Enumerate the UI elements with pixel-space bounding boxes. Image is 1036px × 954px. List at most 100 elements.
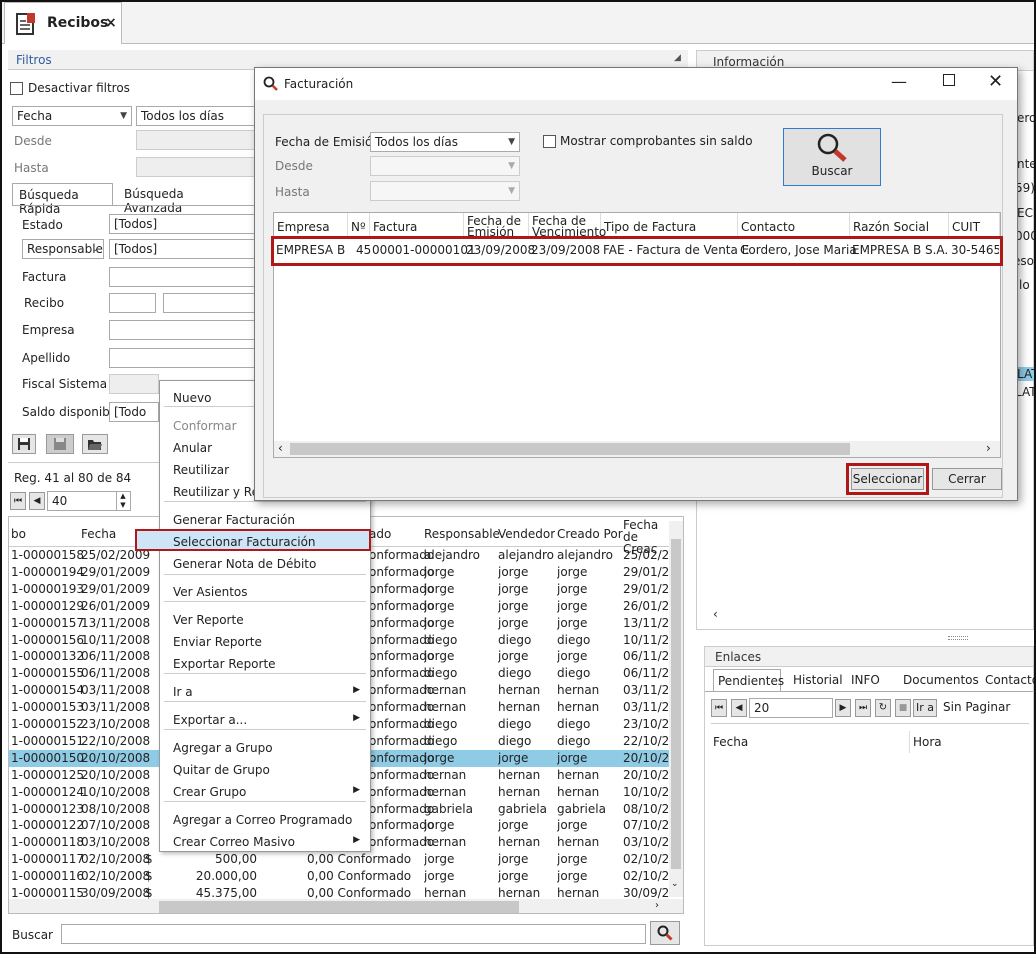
col-creado-por[interactable]: Creado Por [557, 527, 623, 541]
col-numero[interactable]: bo [11, 527, 26, 541]
search-input[interactable] [61, 924, 646, 944]
col-vendedor[interactable]: Vendedor [498, 527, 555, 541]
menu-item-agregar-a-correo-programado[interactable]: Agregar a Correo Programado [160, 809, 370, 831]
dialog-titlebar[interactable]: Facturación — ✕ [255, 68, 1017, 100]
menu-item-quitar-de-grupo[interactable]: Quitar de Grupo [160, 759, 370, 781]
tab-contactos[interactable]: Contactos [977, 669, 1035, 691]
saldo-select[interactable]: [Todo [109, 402, 159, 422]
tab-busqueda-rapida[interactable]: Búsqueda Rápida [12, 183, 113, 216]
menu-item-ver-asientos[interactable]: Ver Asientos [160, 581, 370, 603]
disable-filters-checkbox[interactable] [10, 82, 23, 95]
menu-item-crear-correo-masivo[interactable]: Crear Correo Masivo ▶ [160, 831, 370, 853]
responsable-value-select[interactable]: [Todos] [109, 239, 256, 259]
scroll-right-icon[interactable]: › [655, 900, 659, 911]
col-hora[interactable]: Hora [913, 735, 942, 749]
col-responsable[interactable]: Responsable [424, 527, 500, 541]
table-row[interactable]: 1-00000117 02/10/2008 $500,00 0,00 Conforma… [9, 851, 677, 868]
col-contacto[interactable]: Contacto [738, 213, 850, 237]
recibo-prefix-input[interactable] [109, 293, 156, 313]
menu-item-ver-reporte[interactable]: Ver Reporte [160, 609, 370, 631]
info-hscroll[interactable]: ‹ [711, 607, 1033, 623]
first-page-button[interactable]: ⏮ [10, 492, 26, 510]
tab-info[interactable]: INFO [845, 669, 893, 691]
enlaces-page-input[interactable]: 20 [749, 698, 833, 718]
date-range-select[interactable]: Todos los días [136, 106, 256, 126]
tab-pendientes[interactable]: Pendientes [713, 669, 784, 691]
grid-hscroll-thumb[interactable] [159, 901, 519, 913]
col-razon-social[interactable]: Razón Social [850, 213, 949, 237]
table-row[interactable]: 1-00000116 02/10/2008 $20.000,00 0,00 Confo… [9, 868, 677, 885]
col-nro[interactable]: Nº [348, 213, 370, 237]
col-fecha-vencimiento[interactable]: Fecha de Vencimiento [529, 213, 606, 238]
estado-select[interactable]: [Todos] [109, 214, 256, 234]
grid-vscroll[interactable]: ⌄ [669, 521, 683, 897]
dialog-desde-input[interactable]: ▼ [370, 156, 520, 176]
menu-item-crear-grupo[interactable]: Crear Grupo ▶ [160, 781, 370, 803]
apellido-input[interactable] [109, 348, 256, 368]
tab-recibos[interactable]: Recibos × [4, 2, 122, 44]
stop-icon[interactable]: ■ [895, 699, 911, 717]
search-icon [817, 133, 847, 162]
scroll-right-icon[interactable]: › [986, 441, 991, 455]
recibo-number-input[interactable] [163, 293, 256, 313]
collapse-icon[interactable]: ◢ [674, 53, 681, 63]
scroll-left-icon[interactable]: ‹ [278, 441, 283, 455]
save-filter-button[interactable] [12, 434, 36, 454]
menu-item-generar-nota-de-débito[interactable]: Generar Nota de Débito [160, 553, 370, 575]
tab-historial[interactable]: Historial [787, 669, 845, 691]
next-page-button[interactable]: ▶ [835, 699, 851, 717]
dialog-hasta-input[interactable]: ▼ [370, 181, 520, 201]
dialog-hscroll[interactable]: ‹ › [274, 441, 1000, 457]
responsable-select[interactable]: Responsable ⌄ [22, 239, 104, 259]
col-fecha[interactable]: Fecha [81, 527, 116, 541]
close-icon[interactable]: ✕ [988, 71, 1003, 92]
dialog-hscroll-thumb[interactable] [290, 443, 850, 455]
menu-item-ir-a[interactable]: Ir a ▶ [160, 681, 370, 703]
buscar-button[interactable]: Buscar [783, 128, 881, 186]
hasta-input[interactable] [136, 157, 256, 177]
menu-item-enviar-reporte[interactable]: Enviar Reporte [160, 631, 370, 653]
empresa-input[interactable] [109, 320, 256, 340]
scroll-left-icon[interactable]: ‹ [713, 607, 718, 621]
col-cuit[interactable]: CUIT [949, 213, 1000, 237]
seleccionar-button[interactable]: Seleccionar [851, 468, 924, 490]
prev-page-button[interactable]: ◀ [731, 699, 747, 717]
fiscal-input[interactable] [109, 374, 159, 394]
col-factura[interactable]: Factura [370, 213, 464, 237]
tab-busqueda-avanzada[interactable]: Búsqueda Avanzada [118, 183, 238, 215]
desde-input[interactable] [136, 130, 256, 150]
cerrar-button[interactable]: Cerrar [932, 468, 1002, 490]
close-tab-icon[interactable]: × [105, 15, 117, 31]
save-as-filter-button[interactable] [46, 434, 74, 454]
scroll-down-icon[interactable]: ⌄ [671, 879, 679, 889]
menu-item-seleccionar-facturación[interactable]: Seleccionar Facturación [135, 529, 371, 551]
factura-input[interactable] [109, 267, 256, 287]
col-fecha[interactable]: Fecha [713, 735, 748, 749]
menu-item-exportar-a[interactable]: Exportar a... ▶ [160, 709, 370, 731]
menu-item-generar-facturación[interactable]: Generar Facturación [160, 509, 370, 531]
open-filter-button[interactable] [82, 434, 108, 454]
tab-documentos[interactable]: Documentos [895, 669, 979, 691]
grid-hscroll[interactable]: › [9, 899, 683, 913]
last-page-button[interactable]: ⏭ [855, 699, 871, 717]
prev-page-button[interactable]: ◀ [29, 492, 45, 510]
enlaces-header[interactable]: Enlaces [705, 647, 1033, 667]
refresh-icon[interactable]: ↻ [875, 699, 891, 717]
col-tipo-factura[interactable]: Tipo de Factura [601, 213, 738, 237]
mostrar-sin-saldo-checkbox[interactable] [543, 135, 556, 148]
ira-button[interactable]: Ir a [913, 699, 937, 717]
fecha-emision-select[interactable]: Todos los días ▼ [370, 132, 520, 152]
splitter-grip[interactable] [948, 636, 968, 640]
col-estado[interactable]: ado [369, 527, 391, 541]
minimize-icon[interactable]: — [891, 72, 907, 91]
menu-item-exportar-reporte[interactable]: Exportar Reporte [160, 653, 370, 675]
search-button[interactable] [650, 921, 680, 945]
first-page-button[interactable]: ⏮ [711, 699, 727, 717]
maximize-icon[interactable] [943, 74, 955, 86]
grid-vscroll-thumb[interactable] [671, 539, 681, 869]
col-empresa[interactable]: Empresa [274, 213, 348, 237]
date-field-select[interactable]: Fecha ▼ [12, 106, 132, 126]
page-size-spinner[interactable]: ▲ ▼ [116, 492, 129, 510]
menu-item-agregar-a-grupo[interactable]: Agregar a Grupo [160, 737, 370, 759]
col-fecha-emision[interactable]: Fecha de Emisión [464, 213, 529, 238]
